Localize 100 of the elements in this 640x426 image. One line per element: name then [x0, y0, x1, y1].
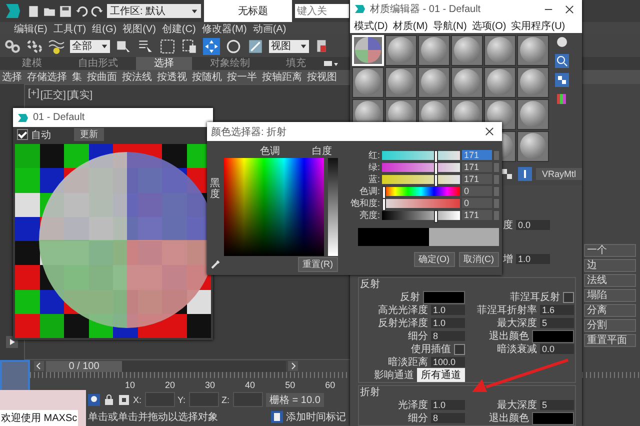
number-field[interactable]: 5 — [540, 400, 574, 410]
add-time-tag-button[interactable]: 添加时间标记 — [286, 410, 346, 424]
link-icon[interactable] — [4, 38, 21, 54]
command-panel-button[interactable]: 塌陷 — [584, 289, 636, 302]
channel-value-field[interactable]: 0 — [462, 186, 492, 196]
ribbon-command[interactable]: 按轴距离 — [262, 70, 302, 84]
material-sample-slot[interactable] — [484, 66, 516, 98]
ribbon-options-icon[interactable] — [324, 60, 338, 68]
ribbon-tab[interactable]: 对象绘制 — [192, 57, 268, 70]
number-field[interactable]: 1.0 — [516, 254, 550, 264]
x-coordinate-field[interactable] — [144, 392, 175, 407]
ribbon-command[interactable]: 存储选择 — [27, 70, 67, 84]
redo-icon[interactable] — [91, 4, 104, 18]
channel-value-field[interactable]: 171 — [462, 174, 492, 184]
ok-button[interactable]: 确定(O) — [414, 252, 454, 267]
slider-marker[interactable] — [382, 198, 386, 210]
search-icon[interactable] — [555, 54, 569, 68]
ribbon-tab[interactable]: 自由形式 — [60, 57, 136, 70]
ribbon-tab[interactable]: 选择 — [136, 57, 192, 70]
slider-marker[interactable] — [434, 174, 438, 186]
command-panel-button[interactable]: 边 — [584, 259, 636, 272]
channel-slider[interactable] — [382, 186, 460, 196]
ribbon-command[interactable]: 按随机 — [192, 70, 222, 84]
unlink-icon[interactable] — [26, 38, 43, 54]
window-crossing-icon[interactable] — [181, 38, 198, 54]
scale-icon[interactable] — [247, 38, 264, 54]
time-slider-track[interactable]: 0 / 100 — [46, 360, 286, 372]
selection-filter-dropdown[interactable]: 全部 — [70, 40, 110, 52]
dropdown-caret-icon[interactable] — [191, 8, 198, 14]
color-swatch[interactable] — [423, 290, 465, 304]
menu-item[interactable]: 实用程序(U) — [511, 18, 566, 33]
menu-item[interactable]: 材质(M) — [392, 18, 428, 33]
channel-value-field[interactable]: 0 — [462, 198, 492, 208]
lock-icon[interactable] — [103, 394, 115, 406]
search-field[interactable]: 键入关 — [295, 4, 349, 18]
number-field[interactable]: 8 — [431, 413, 465, 423]
ribbon-command[interactable]: 选择 — [2, 70, 22, 84]
checker-icon[interactable] — [555, 72, 569, 87]
viewport-label[interactable]: [真实] — [66, 88, 93, 102]
material-sample-slot[interactable] — [517, 130, 549, 162]
color-swatch[interactable] — [532, 330, 574, 342]
reference-coordinate-dropdown[interactable]: 视图 — [269, 40, 309, 52]
channel-value-field[interactable]: 171 — [462, 162, 492, 172]
ribbon-command[interactable]: 按一半 — [227, 70, 257, 84]
channel-dropdown[interactable]: 所有通道 — [417, 368, 465, 382]
color-swatch[interactable] — [532, 412, 574, 424]
menu-item[interactable]: 动画(A) — [252, 22, 286, 36]
channel-slider[interactable] — [382, 162, 460, 172]
menu-item[interactable]: 修改器(M) — [202, 22, 247, 36]
command-panel-button[interactable]: 法线 — [584, 274, 636, 287]
slider-marker[interactable] — [434, 210, 438, 222]
dropdown-caret-icon[interactable] — [101, 42, 108, 50]
new-file-icon[interactable] — [27, 4, 40, 18]
y-coordinate-field[interactable] — [188, 392, 219, 407]
workspace-dropdown[interactable]: 工作区: 默认 — [107, 4, 201, 18]
viewport-layout-thumbnail[interactable] — [0, 360, 30, 392]
checkbox[interactable] — [563, 292, 574, 302]
number-field[interactable]: 0.0 — [540, 344, 574, 354]
save-icon[interactable] — [59, 4, 72, 18]
material-sample-slot[interactable] — [385, 66, 417, 98]
close-icon[interactable] — [565, 4, 574, 14]
eyedropper-icon[interactable] — [210, 258, 222, 270]
move-icon[interactable] — [203, 38, 220, 54]
cancel-button[interactable]: 取消(C) — [458, 252, 499, 267]
material-sample-slot[interactable] — [451, 34, 483, 66]
material-sample-slot[interactable] — [484, 34, 516, 66]
material-sample-slot[interactable] — [418, 34, 450, 66]
bind-icon[interactable] — [48, 38, 65, 54]
number-field[interactable]: 0.0 — [516, 220, 550, 230]
rect-selection-icon[interactable] — [159, 38, 176, 54]
ribbon-command[interactable]: 按曲面 — [87, 70, 117, 84]
material-sample-slot[interactable] — [385, 34, 417, 66]
color-bars-icon[interactable] — [555, 92, 569, 106]
rotate-icon[interactable] — [225, 38, 242, 54]
number-field[interactable]: 100.0 — [431, 357, 465, 367]
number-field[interactable]: 1.0 — [431, 400, 465, 410]
viewport-label[interactable]: [正交] — [40, 88, 66, 102]
menu-item[interactable]: 组(G) — [92, 22, 117, 36]
channel-value-field[interactable]: 171 — [462, 150, 492, 160]
menu-item[interactable]: 创建(C) — [162, 22, 196, 36]
select-by-name-icon[interactable] — [137, 38, 154, 54]
material-sample-slot[interactable] — [418, 66, 450, 98]
ribbon-tab[interactable]: 建模 — [4, 57, 60, 70]
command-panel-button[interactable]: 重置平面 — [584, 334, 636, 347]
menu-item[interactable]: 选项(O) — [472, 18, 506, 33]
ribbon-tab[interactable]: 填充 — [268, 57, 324, 70]
material-type-button[interactable]: VRayMtl — [536, 168, 582, 180]
ribbon-command[interactable]: 按法线 — [122, 70, 152, 84]
checkbox[interactable] — [17, 129, 28, 140]
dropdown-caret-icon[interactable] — [300, 42, 307, 50]
material-sample-slot[interactable] — [451, 66, 483, 98]
material-id-icon[interactable] — [518, 167, 532, 182]
number-field[interactable]: 1.0 — [431, 305, 465, 315]
previous-frame-button[interactable] — [34, 361, 44, 371]
checkbox[interactable] — [454, 344, 465, 354]
number-field[interactable]: 1.0 — [431, 318, 465, 328]
sphere-icon[interactable] — [555, 34, 569, 49]
slider-marker[interactable] — [434, 162, 438, 174]
ribbon-command[interactable]: 按透视 — [157, 70, 187, 84]
maxscript-listener-field[interactable]: 欢迎使用 MAXSc — [0, 410, 78, 426]
